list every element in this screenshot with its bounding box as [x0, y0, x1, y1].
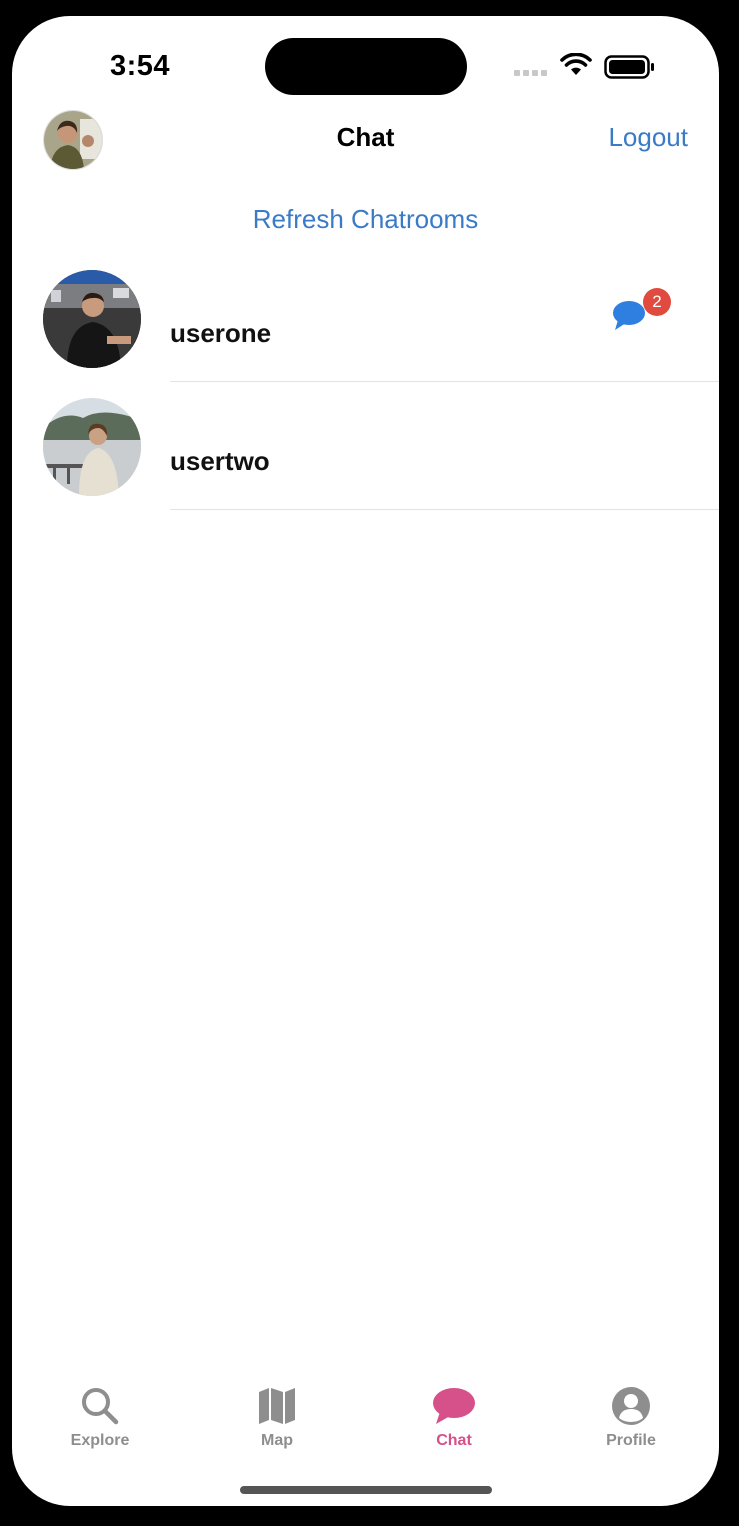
refresh-chatrooms-button[interactable]: Refresh Chatrooms [12, 204, 719, 235]
phone-screen: 3:54 Chat Logout Refresh Chatrooms usero… [12, 16, 719, 1506]
chatroom-name: userone [170, 318, 272, 348]
chatroom-name: usertwo [170, 446, 270, 476]
tab-map[interactable]: Map [217, 1386, 337, 1450]
wifi-icon [560, 53, 592, 75]
dynamic-island [265, 38, 467, 95]
chatroom-row-usertwo[interactable]: usertwo [12, 382, 719, 510]
tab-explore[interactable]: Explore [40, 1386, 160, 1450]
tab-label: Chat [436, 1432, 472, 1449]
chatroom-avatar [43, 398, 141, 496]
tab-label: Explore [70, 1432, 130, 1449]
unread-badge: 2 [643, 288, 671, 316]
chat-bubble-icon [433, 1388, 475, 1424]
tab-label: Map [261, 1432, 293, 1449]
tab-label: Profile [606, 1432, 656, 1449]
search-icon [82, 1388, 119, 1425]
map-icon [259, 1388, 295, 1424]
status-time: 3:54 [110, 50, 171, 82]
row-divider [170, 509, 719, 510]
chatroom-avatar [43, 270, 141, 368]
person-icon [612, 1387, 650, 1425]
home-indicator[interactable] [240, 1486, 492, 1494]
message-bubble-icon [613, 301, 645, 330]
tab-profile[interactable]: Profile [571, 1386, 691, 1450]
logout-button[interactable]: Logout [608, 122, 688, 153]
cellular-signal-icon [514, 70, 547, 76]
battery-icon [604, 55, 654, 79]
tab-chat[interactable]: Chat [394, 1386, 514, 1450]
